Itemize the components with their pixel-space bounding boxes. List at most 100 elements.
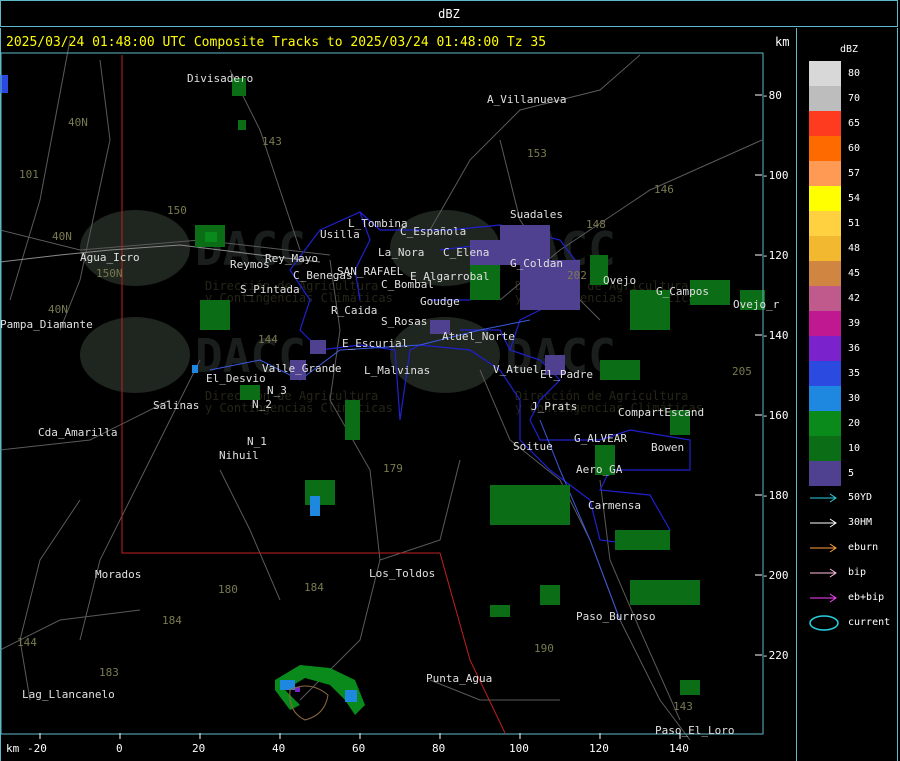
svg-text:80: 80	[432, 742, 445, 755]
legend-swatch	[809, 411, 841, 436]
svg-text:150: 150	[167, 204, 187, 217]
watermarks: DACC Dirección de Agricultura y Continge…	[80, 210, 703, 415]
svg-text:183: 183	[99, 666, 119, 679]
svg-text:140: 140	[669, 742, 689, 755]
place-label: Reymos	[230, 258, 270, 271]
top-title-bar: dBZ	[0, 0, 898, 27]
place-label: S_Rosas	[381, 315, 427, 328]
svg-text:100: 100	[509, 742, 529, 755]
track-arrow-icon	[810, 568, 837, 578]
place-label: A_Villanueva	[487, 93, 566, 106]
legend-swatch	[809, 86, 841, 111]
place-label: Valle_Grande	[262, 362, 341, 375]
place-label: N_1	[247, 435, 267, 448]
legend-label: 60	[848, 143, 861, 154]
track-legend-label: 30HM	[848, 517, 873, 528]
y-axis: -80 -100 -120 -140 -160 -180 -200 -220	[762, 89, 789, 662]
place-label: La_Nora	[378, 246, 424, 259]
legend-label: 70	[848, 93, 861, 104]
place-label: N_2	[252, 398, 272, 411]
svg-text:60: 60	[352, 742, 365, 755]
track-legend-label: 50YD	[848, 492, 873, 503]
place-label: Pampa_Diamante	[0, 318, 93, 331]
svg-text:40: 40	[272, 742, 285, 755]
svg-text:150N: 150N	[96, 267, 123, 280]
svg-text:143: 143	[262, 135, 282, 148]
legend-swatch	[809, 136, 841, 161]
svg-text:-220: -220	[762, 649, 789, 662]
place-label: L_Malvinas	[364, 364, 430, 377]
legend-swatch	[809, 261, 841, 286]
legend-swatch	[809, 186, 841, 211]
svg-text:-20: -20	[27, 742, 47, 755]
track-arrow-icon	[810, 518, 837, 528]
place-label: Los_Toldos	[369, 567, 435, 580]
legend-swatch	[809, 61, 841, 86]
place-label: Bowen	[651, 441, 684, 454]
legend-swatch	[809, 111, 841, 136]
place-label: Aero_GA	[576, 463, 623, 476]
svg-text:143: 143	[673, 700, 693, 713]
legend-label: 80	[848, 68, 861, 79]
legend-swatch	[809, 361, 841, 386]
place-label: Goudge	[420, 295, 460, 308]
place-label: Ovejo_r	[733, 298, 780, 311]
svg-text:40N: 40N	[52, 230, 72, 243]
legend-swatch	[809, 211, 841, 236]
current-ellipse-icon	[809, 615, 839, 631]
svg-text:-140: -140	[762, 329, 789, 342]
svg-text:km: km	[6, 742, 20, 755]
svg-text:120: 120	[589, 742, 609, 755]
place-label: Nihuil	[219, 449, 259, 462]
place-label: Divisadero	[187, 72, 253, 85]
place-label: G_ALVEAR	[574, 432, 627, 445]
legend-swatch	[809, 161, 841, 186]
legend-swatch	[809, 386, 841, 411]
svg-text:153: 153	[527, 147, 547, 160]
svg-text:202: 202	[567, 269, 587, 282]
place-label: Atuel_Norte	[442, 330, 515, 343]
track-arrow-icon	[810, 493, 837, 503]
place-label: N_3	[267, 384, 287, 397]
svg-text:-120: -120	[762, 249, 789, 262]
svg-text:148: 148	[586, 218, 606, 231]
place-label: G_Coldan	[510, 257, 563, 270]
svg-text:40N: 40N	[68, 116, 88, 129]
svg-text:-180: -180	[762, 489, 789, 502]
legend-label: 42	[848, 293, 861, 304]
place-label: V_Atuel	[493, 363, 539, 376]
svg-text:146: 146	[654, 183, 674, 196]
svg-text:190: 190	[534, 642, 554, 655]
legend-label: 65	[848, 118, 861, 129]
legend-label: 45	[848, 268, 861, 279]
place-label: CompartEscand	[618, 406, 704, 419]
place-label: C_Elena	[443, 246, 489, 259]
place-label: Lag_Llancanelo	[22, 688, 115, 701]
legend-swatch	[809, 311, 841, 336]
legend-label: 35	[848, 368, 861, 379]
place-label: Agua_Icro	[80, 251, 140, 264]
legend-swatch	[809, 336, 841, 361]
place-label: S_Pintada	[240, 283, 300, 296]
svg-text:144: 144	[17, 636, 37, 649]
place-label: Paso_El_Loro	[655, 724, 734, 737]
legend-label: 54	[848, 193, 861, 204]
radar-map[interactable]: DACC Dirección de Agricultura y Continge…	[0, 28, 797, 761]
place-label: SAN_RAFAEL	[337, 265, 404, 278]
svg-text:205: 205	[732, 365, 752, 378]
svg-text:179: 179	[383, 462, 403, 475]
place-label: El_Padre	[540, 368, 593, 381]
place-label: Punta_Agua	[426, 672, 492, 685]
svg-text:101: 101	[19, 168, 39, 181]
svg-text:y Contingencias Climáticas: y Contingencias Climáticas	[205, 401, 393, 415]
legend-label: 51	[848, 218, 861, 229]
svg-text:-160: -160	[762, 409, 789, 422]
track-arrow-icon	[810, 593, 837, 603]
place-label: Ovejo	[603, 274, 636, 287]
svg-text:144: 144	[258, 333, 278, 346]
legend-label: 39	[848, 318, 861, 329]
svg-text:0: 0	[116, 742, 123, 755]
y-axis-ticks	[755, 94, 762, 656]
headline: 2025/03/24 01:48:00 UTC Composite Tracks…	[6, 35, 547, 50]
svg-text:40N: 40N	[48, 303, 68, 316]
